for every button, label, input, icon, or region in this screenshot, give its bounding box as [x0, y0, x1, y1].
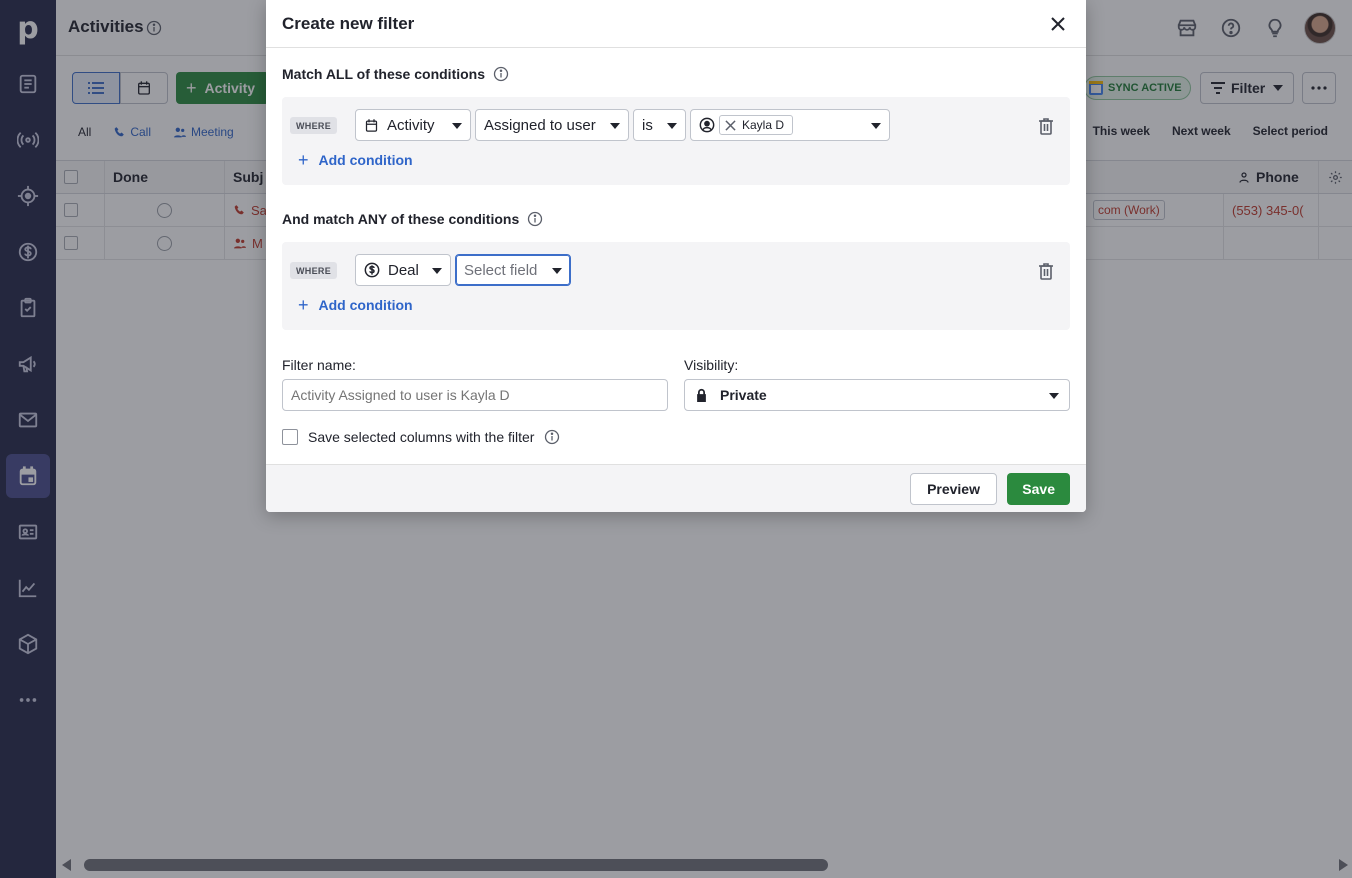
chevron-down-icon [667, 123, 677, 129]
trash-icon[interactable] [1038, 262, 1054, 280]
operator-select-value: is [642, 116, 653, 134]
info-icon[interactable] [544, 429, 560, 445]
info-icon[interactable] [493, 66, 509, 82]
remove-tag-icon[interactable] [725, 119, 736, 131]
value-select[interactable]: Kayla D [690, 109, 890, 141]
entity-select-value: Deal [388, 261, 419, 279]
where-badge: WHERE [290, 262, 337, 279]
selected-user-name: Kayla D [742, 118, 785, 132]
entity-select[interactable]: Activity [355, 109, 471, 141]
field-select[interactable]: Select field [455, 254, 571, 286]
chevron-down-icon [1049, 393, 1059, 399]
field-select-value: Assigned to user [484, 116, 596, 134]
app-root: p Activities + Activity SYNC ACTIVE Filt… [0, 0, 1352, 878]
dollar-icon [364, 262, 380, 278]
save-columns-option[interactable]: Save selected columns with the filter [282, 429, 560, 445]
filter-name-label: Filter name: [282, 357, 356, 373]
dialog-title: Create new filter [282, 14, 415, 33]
operator-select[interactable]: is [633, 109, 686, 141]
match-all-conditions: WHERE Activity Assigned to user is Kayla… [282, 97, 1070, 185]
trash-icon[interactable] [1038, 117, 1054, 135]
dialog-header: Create new filter [266, 0, 1086, 48]
plus-icon: + [298, 150, 309, 170]
add-condition-label: Add condition [318, 297, 413, 313]
match-all-label: Match ALL of these conditions [282, 66, 486, 82]
visibility-value: Private [720, 387, 767, 403]
entity-select[interactable]: Deal [355, 254, 451, 286]
plus-icon: + [298, 295, 309, 315]
add-condition-any[interactable]: + Add condition [298, 296, 413, 314]
visibility-select[interactable]: Private [684, 379, 1070, 411]
match-any-conditions: WHERE Deal Select field + Add condition [282, 242, 1070, 330]
save-button[interactable]: Save [1007, 473, 1070, 505]
chevron-down-icon [552, 268, 562, 274]
close-icon[interactable] [1048, 14, 1068, 34]
preview-button[interactable]: Preview [910, 473, 997, 505]
entity-select-value: Activity [387, 116, 435, 134]
match-any-heading: And match ANY of these conditions [282, 211, 543, 227]
visibility-label: Visibility: [684, 357, 739, 373]
create-filter-dialog: Create new filter Match ALL of these con… [266, 0, 1086, 512]
chevron-down-icon [610, 123, 620, 129]
field-select[interactable]: Assigned to user [475, 109, 629, 141]
dialog-footer: Preview Save [266, 464, 1086, 512]
filter-name-input[interactable] [282, 379, 668, 411]
add-condition-all[interactable]: + Add condition [298, 151, 413, 169]
user-circle-icon [699, 117, 715, 133]
selected-user-tag: Kayla D [719, 115, 794, 135]
chevron-down-icon [871, 123, 881, 129]
where-badge: WHERE [290, 117, 337, 134]
lock-icon [697, 388, 706, 402]
calendar-icon [364, 118, 379, 133]
match-all-heading: Match ALL of these conditions [282, 66, 509, 82]
chevron-down-icon [452, 123, 462, 129]
match-any-label: And match ANY of these conditions [282, 211, 520, 227]
field-select-placeholder: Select field [464, 261, 538, 279]
save-columns-label: Save selected columns with the filter [308, 429, 535, 445]
add-condition-label: Add condition [318, 152, 413, 168]
chevron-down-icon [432, 268, 442, 274]
save-columns-checkbox[interactable] [282, 429, 298, 445]
info-icon[interactable] [527, 211, 543, 227]
